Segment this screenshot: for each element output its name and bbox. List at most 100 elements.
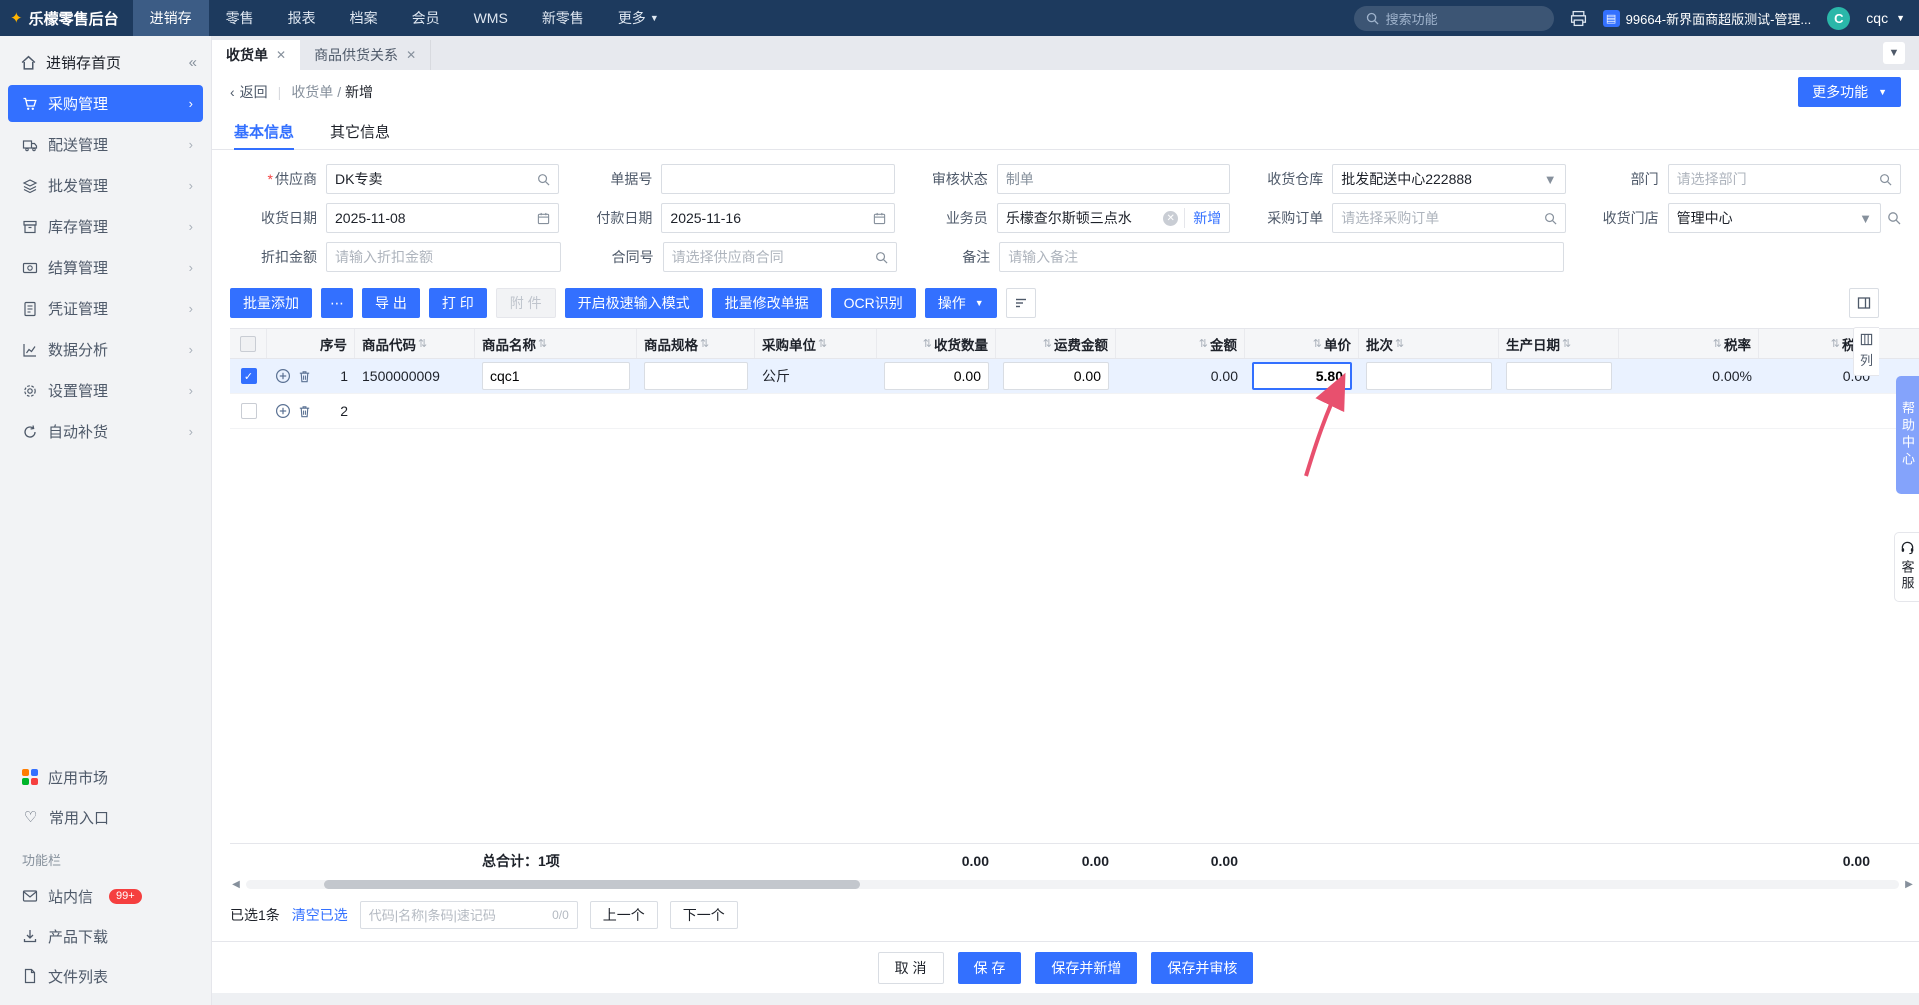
sort-icon[interactable]: ⇅ (1713, 337, 1722, 350)
receive-qty-input[interactable] (884, 362, 989, 390)
sort-icon[interactable]: ⇅ (418, 337, 427, 350)
discount-field[interactable] (326, 242, 561, 272)
next-button[interactable]: 下一个 (669, 901, 738, 929)
sidebar-home[interactable]: 进销存首页 (20, 52, 121, 73)
delete-row-icon[interactable] (296, 403, 313, 420)
add-row-icon[interactable] (274, 403, 291, 420)
sidebar-item-product-download[interactable]: 产品下载 (8, 917, 203, 955)
receive-date-field[interactable] (326, 203, 560, 233)
scroll-right-icon[interactable]: ▶ (1903, 879, 1915, 890)
warehouse-select[interactable]: 批发配送中心222888 ▼ (1332, 164, 1566, 194)
department-input[interactable] (1676, 171, 1874, 187)
column-header-spec[interactable]: 商品规格 (644, 334, 698, 354)
save-and-audit-button[interactable]: 保存并审核 (1151, 951, 1254, 984)
sidebar-item-purchase[interactable]: 采购管理 › (8, 85, 203, 122)
clear-selection-link[interactable]: 清空已选 (292, 905, 348, 925)
pay-date-field[interactable] (661, 203, 895, 233)
column-header-batch[interactable]: 批次 (1366, 334, 1393, 354)
column-header-name[interactable]: 商品名称 (482, 334, 536, 354)
pay-date-input[interactable] (670, 210, 867, 226)
delete-row-icon[interactable] (296, 368, 313, 385)
add-row-icon[interactable] (274, 368, 291, 385)
printer-icon[interactable] (1570, 10, 1587, 27)
supplier-input[interactable] (335, 171, 532, 187)
tab-receive-order[interactable]: 收货单 ✕ (212, 40, 301, 70)
nav-item-members[interactable]: 会员 (395, 0, 457, 36)
save-and-new-button[interactable]: 保存并新增 (1035, 951, 1138, 984)
batch-add-button[interactable]: 批量添加 (230, 288, 312, 318)
sidebar-item-delivery[interactable]: 配送管理 › (8, 126, 203, 163)
user-menu[interactable]: cqc ▼ (1866, 10, 1905, 26)
doc-no-field[interactable] (661, 164, 895, 194)
scrollbar-track[interactable] (246, 879, 1899, 889)
nav-item-reports[interactable]: 报表 (271, 0, 333, 36)
unit-price-input[interactable] (1252, 362, 1352, 390)
column-header-seq[interactable]: 序号 (320, 334, 347, 354)
sidebar-item-messages[interactable]: 站内信 99+ (8, 877, 203, 915)
customer-service-button[interactable]: 客服 (1894, 532, 1919, 602)
sort-icon[interactable]: ⇅ (1199, 337, 1208, 350)
department-field[interactable] (1667, 164, 1902, 194)
column-header-tax-rate[interactable]: 税率 (1724, 334, 1751, 354)
sort-icon[interactable]: ⇅ (1562, 337, 1571, 350)
calendar-icon[interactable] (873, 212, 886, 225)
previous-button[interactable]: 上一个 (589, 901, 658, 929)
column-header-unit[interactable]: 采购单位 (762, 334, 816, 354)
row-checkbox[interactable] (240, 403, 257, 419)
close-icon[interactable]: ✕ (276, 48, 286, 62)
remark-field[interactable] (999, 242, 1565, 272)
nav-item-retail[interactable]: 零售 (209, 0, 271, 36)
operate-dropdown-button[interactable]: 操作 ▼ (924, 288, 997, 318)
nav-item-more[interactable]: 更多 ▼ (601, 0, 676, 36)
batch-input[interactable] (1366, 362, 1492, 390)
sidebar-item-analytics[interactable]: 数据分析 › (8, 331, 203, 368)
sort-icon[interactable]: ⇅ (1395, 337, 1404, 350)
column-settings-button[interactable]: 列 (1853, 327, 1879, 376)
sort-icon[interactable]: ⇅ (700, 337, 709, 350)
help-center-panel[interactable]: 帮助中心 (1896, 376, 1919, 494)
column-header-price[interactable]: 单价 (1324, 334, 1351, 354)
sort-icon[interactable]: ⇅ (818, 337, 827, 350)
discount-input[interactable] (335, 249, 552, 265)
contract-field[interactable] (662, 242, 898, 272)
side-panel-toggle-button[interactable] (1849, 288, 1879, 318)
column-header-qty[interactable]: 收货数量 (934, 334, 988, 354)
print-button[interactable]: 打 印 (428, 288, 487, 318)
column-header-amount[interactable]: 金额 (1210, 334, 1237, 354)
quick-search-input[interactable] (368, 907, 547, 923)
salesman-add-link[interactable]: 新增 (1184, 208, 1221, 228)
sort-icon[interactable]: ⇅ (1043, 337, 1052, 350)
export-button[interactable]: 导 出 (362, 288, 420, 318)
column-header-code[interactable]: 商品代码 (362, 334, 416, 354)
remark-input[interactable] (1008, 249, 1556, 265)
contract-input[interactable] (671, 249, 870, 265)
back-button[interactable]: ‹ 返回 (230, 82, 268, 102)
product-name-input[interactable] (482, 362, 630, 390)
nav-item-new-retail[interactable]: 新零售 (525, 0, 601, 36)
doc-no-input[interactable] (670, 171, 886, 187)
salesman-field[interactable]: 乐檬查尔斯顿三点水 ✕ 新增 (996, 203, 1231, 233)
purchase-order-input[interactable] (1341, 210, 1538, 226)
nav-item-archives[interactable]: 档案 (333, 0, 395, 36)
freight-amount-input[interactable] (1003, 362, 1109, 390)
row-checkbox[interactable]: ✓ (240, 368, 257, 384)
table-row[interactable]: ✓ 1 1500000009 公斤 0.00 (230, 359, 1919, 394)
sort-order-button[interactable] (1005, 288, 1036, 318)
sidebar-item-replenish[interactable]: 自动补货 › (8, 413, 203, 450)
batch-add-more-button[interactable]: ⋯ (321, 288, 353, 318)
nav-item-inventory[interactable]: 进销存 (132, 0, 209, 36)
table-row[interactable]: 2 (230, 394, 1919, 429)
sidebar-item-voucher[interactable]: 凭证管理 › (8, 290, 203, 327)
calendar-icon[interactable] (537, 212, 550, 225)
sidebar-item-wholesale[interactable]: 批发管理 › (8, 167, 203, 204)
batch-edit-button[interactable]: 批量修改单据 (711, 288, 822, 318)
search-icon[interactable] (1887, 211, 1901, 225)
sort-icon[interactable]: ⇅ (1831, 337, 1840, 350)
sort-icon[interactable]: ⇅ (1313, 337, 1322, 350)
company-selector[interactable]: ▤ 99664-新界面商超版测试-管理... (1602, 9, 1811, 28)
close-icon[interactable]: ✕ (406, 48, 416, 62)
quick-search-field[interactable]: 0/0 (359, 901, 578, 929)
prod-date-input[interactable] (1506, 362, 1612, 390)
collapse-sidebar-icon[interactable]: « (189, 54, 197, 71)
tabstrip-collapse-button[interactable]: ▼ (1883, 42, 1905, 64)
